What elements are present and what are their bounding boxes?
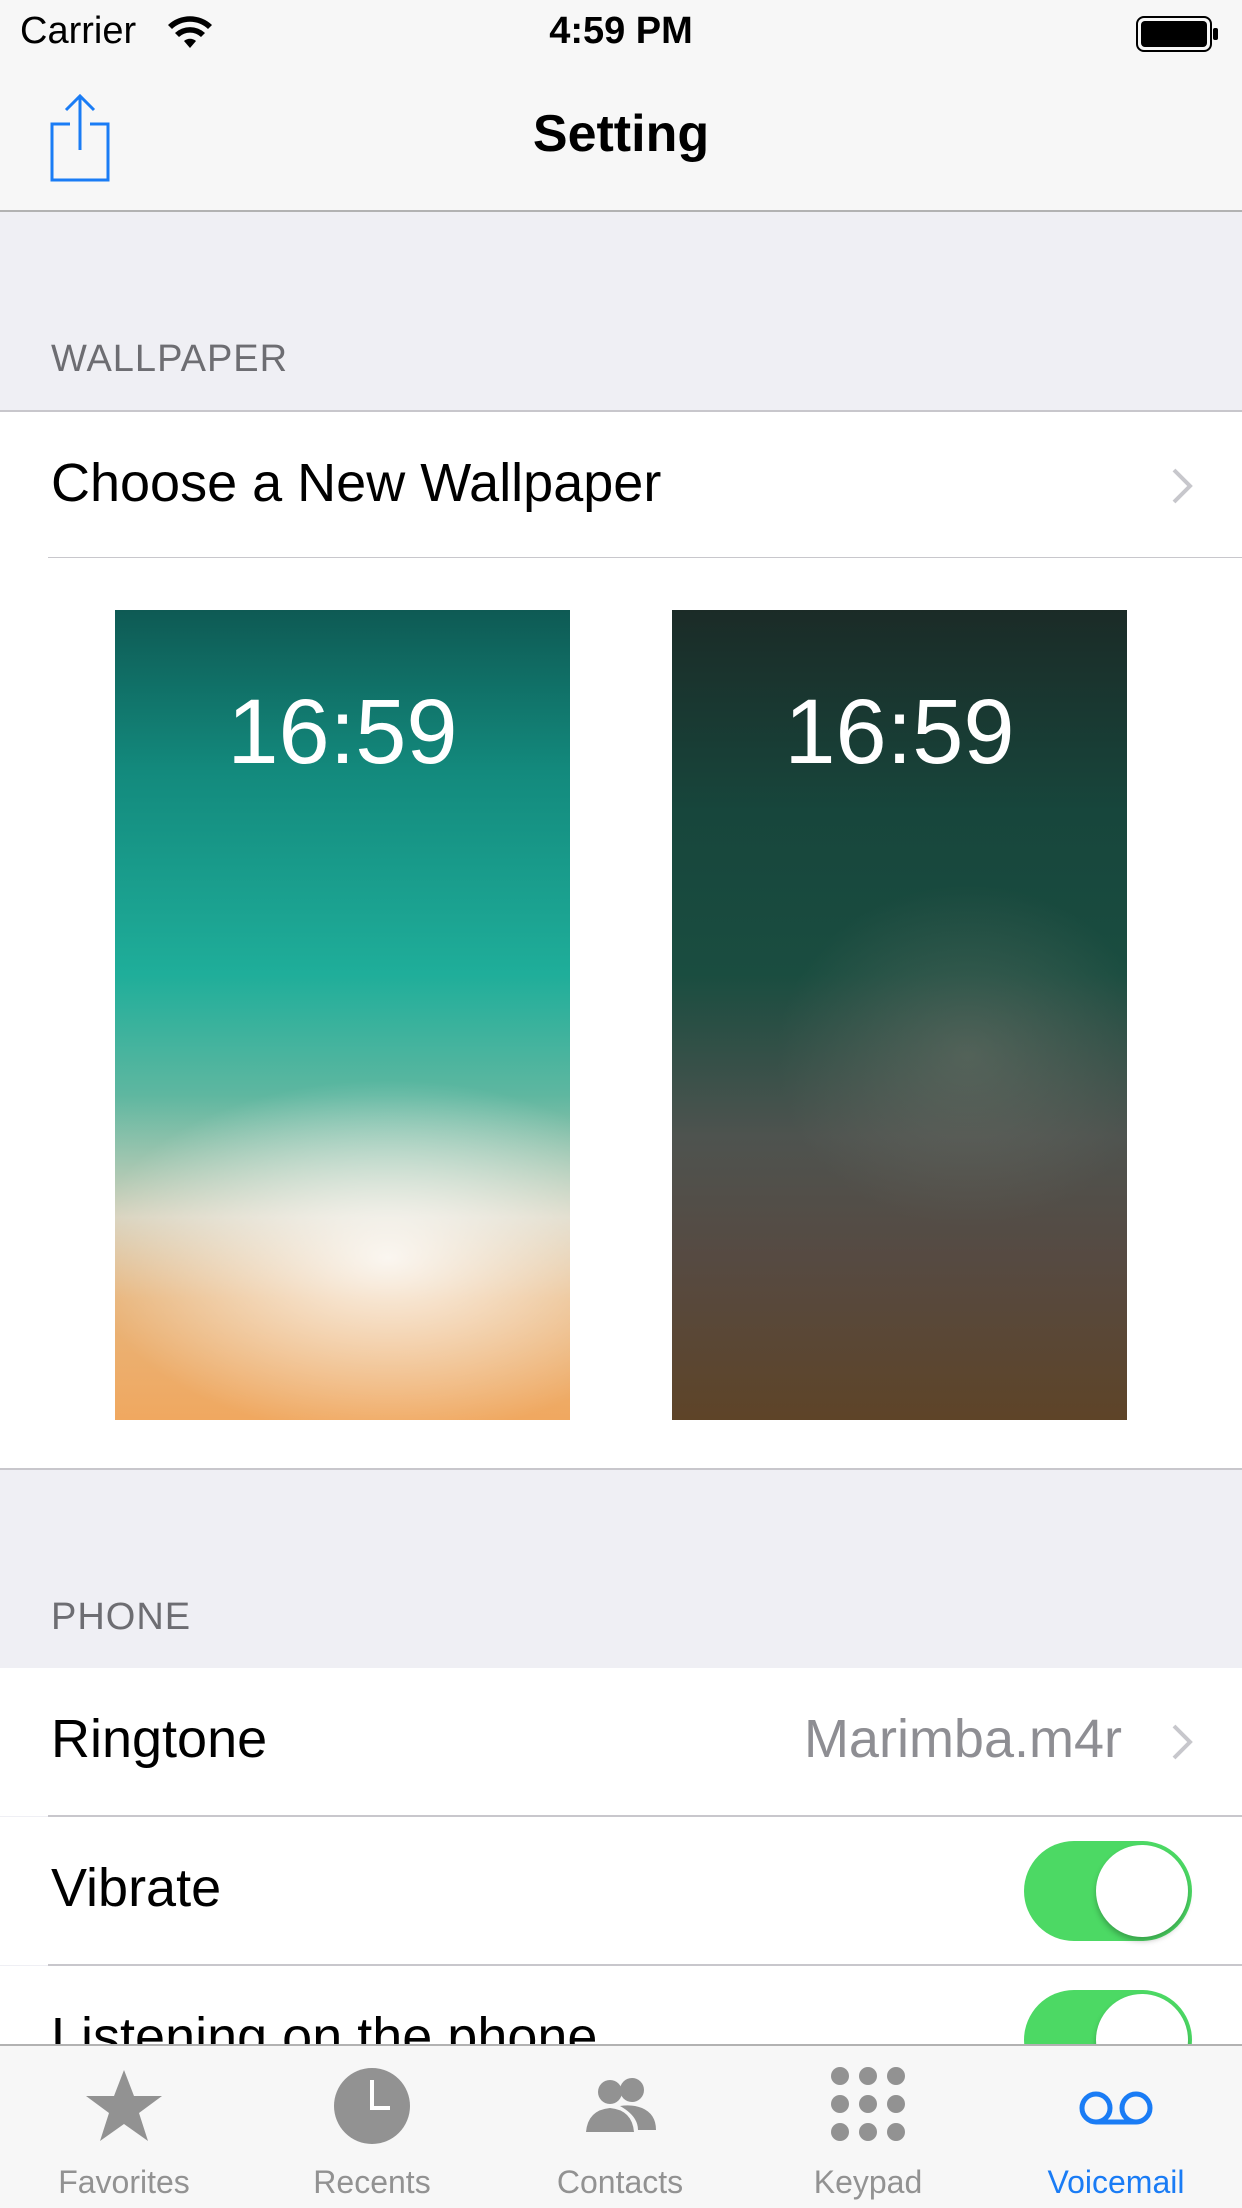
tab-favorites[interactable]: Favorites bbox=[0, 2046, 248, 2208]
screen: Carrier 4:59 PM Setting WALLPAPER Choose… bbox=[0, 0, 1242, 2208]
tab-label: Contacts bbox=[556, 2164, 684, 2200]
divider bbox=[0, 1468, 1242, 1470]
vibrate-cell: Vibrate bbox=[0, 1817, 1242, 1965]
tab-voicemail[interactable]: Voicemail bbox=[992, 2046, 1240, 2208]
tab-label: Voicemail bbox=[1047, 2164, 1185, 2200]
clock-icon bbox=[334, 2068, 410, 2144]
tab-keypad[interactable]: Keypad bbox=[744, 2046, 992, 2208]
tab-recents[interactable]: Recents bbox=[248, 2046, 496, 2208]
lock-screen-wallpaper-preview[interactable]: 16:59 bbox=[672, 610, 1127, 1420]
tab-label: Favorites bbox=[58, 2164, 190, 2200]
vibrate-label: Vibrate bbox=[51, 1858, 222, 1918]
voicemail-icon bbox=[1079, 2091, 1153, 2125]
section-header-phone: PHONE bbox=[51, 1596, 192, 1638]
wallpaper-preview-area: 16:59 16:59 bbox=[0, 558, 1242, 1468]
vibrate-toggle[interactable] bbox=[1024, 1841, 1192, 1941]
status-time: 4:59 PM bbox=[549, 10, 693, 52]
choose-wallpaper-cell[interactable]: Choose a New Wallpaper bbox=[0, 412, 1242, 560]
section-header-wallpaper: WALLPAPER bbox=[51, 338, 289, 380]
star-icon bbox=[86, 2070, 162, 2141]
navigation-bar: Setting bbox=[0, 66, 1242, 212]
choose-wallpaper-label: Choose a New Wallpaper bbox=[51, 453, 662, 513]
toggle-knob bbox=[1096, 1845, 1188, 1937]
ringtone-cell[interactable]: Ringtone Marimba.m4r bbox=[0, 1668, 1242, 1816]
status-bar: Carrier 4:59 PM bbox=[0, 0, 1242, 66]
ringtone-value: Marimba.m4r bbox=[803, 1709, 1122, 1769]
tab-bar: Favorites Recents Contacts Keypad Voicem… bbox=[0, 2044, 1242, 2208]
preview-time: 16:59 bbox=[784, 681, 1015, 783]
tab-label: Recents bbox=[313, 2164, 431, 2200]
preview-time: 16:59 bbox=[227, 681, 458, 783]
tab-contacts[interactable]: Contacts bbox=[496, 2046, 744, 2208]
battery-icon bbox=[1136, 16, 1218, 52]
chevron-right-icon bbox=[1172, 468, 1193, 504]
contacts-icon bbox=[586, 2078, 656, 2132]
chevron-right-icon bbox=[1172, 1724, 1193, 1760]
keypad-icon bbox=[831, 2067, 905, 2141]
page-title: Setting bbox=[532, 105, 710, 163]
tab-label: Keypad bbox=[813, 2164, 923, 2200]
ringtone-label: Ringtone bbox=[51, 1709, 268, 1769]
home-screen-wallpaper-preview[interactable]: 16:59 bbox=[115, 610, 570, 1420]
